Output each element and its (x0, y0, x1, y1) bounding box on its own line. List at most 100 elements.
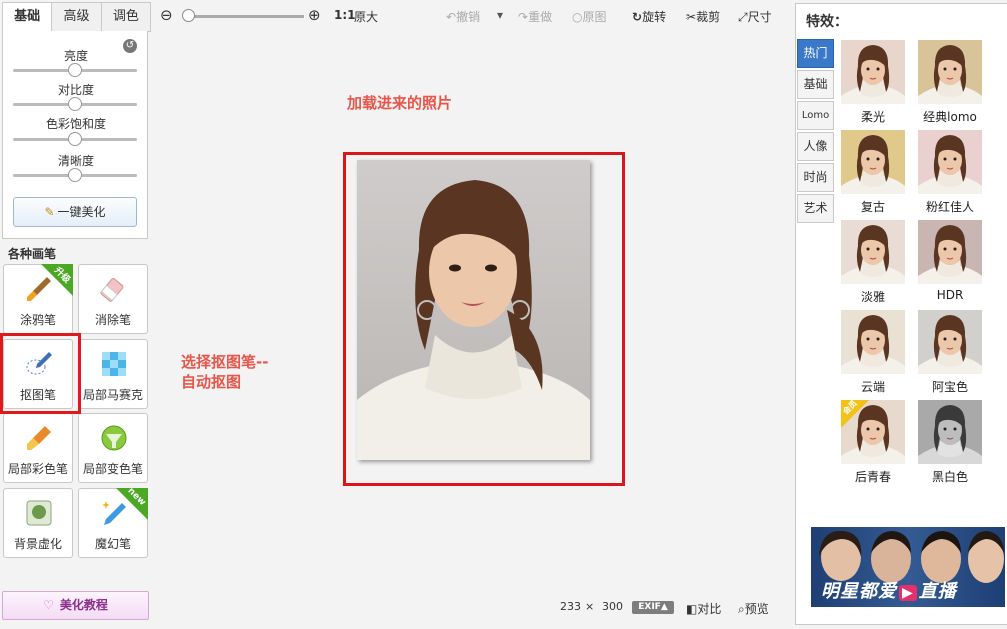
effects-tab-portrait[interactable]: 人像 (797, 132, 834, 161)
size-label: 尺寸 (747, 10, 772, 24)
toolbar: ⊖ ⊕ 1:1 原大 ↶撤销 ▾ ↷重做 ○原图 ↻旋转 ✂裁剪 ⤢尺寸 (152, 0, 792, 32)
undo-icon: ↶ (446, 10, 457, 24)
tool-local-color-change[interactable]: 局部变色笔 (78, 413, 148, 483)
effect-name: 柔光 (860, 110, 885, 124)
effect-item[interactable]: 阿宝色 (917, 310, 983, 395)
image-width: 233 (560, 600, 581, 613)
tool-local-color-pen[interactable]: 局部彩色笔 (3, 413, 73, 483)
tutorial-button[interactable]: ♡ 美化教程 (2, 591, 149, 620)
zoom-knob[interactable] (182, 9, 195, 22)
tool-label: 消除笔 (94, 313, 131, 327)
effect-thumbnail (918, 400, 982, 464)
effects-tab-lomo[interactable]: Lomo (797, 101, 834, 130)
original-size-button[interactable]: 原大 (354, 8, 378, 25)
tool-local-mosaic[interactable]: 局部马赛克 (78, 339, 148, 409)
tool-label: 局部彩色笔 (7, 462, 68, 476)
effect-item[interactable]: 粉红佳人 (917, 130, 983, 215)
magic-wand-icon: ✎ (44, 205, 55, 219)
photo-highlight-frame (343, 152, 625, 486)
effects-tab-art[interactable]: 艺术 (797, 194, 834, 223)
auto-beautify-label: 一键美化 (57, 205, 106, 219)
effect-name: 粉红佳人 (925, 200, 974, 214)
heart-icon: ♡ (43, 598, 54, 612)
effect-item[interactable]: 淡雅 (840, 220, 906, 305)
effects-tab-basic[interactable]: 基础 (797, 70, 834, 99)
effect-thumbnail (918, 40, 982, 104)
compare-button[interactable]: ◧对比 (686, 600, 721, 617)
blur-icon (23, 497, 55, 529)
zoom-out-icon[interactable]: ⊖ (160, 6, 173, 24)
times-sign: × (585, 600, 595, 613)
effect-thumbnail (918, 220, 982, 284)
effect-item[interactable]: 黑白色 (917, 400, 983, 485)
auto-beautify-button[interactable]: ✎ 一键美化 (13, 197, 137, 227)
tool-magic-pen[interactable]: 魔幻笔 new (78, 486, 148, 558)
sharpness-slider[interactable] (13, 168, 137, 182)
exif-button[interactable]: EXIF▲ (632, 601, 674, 614)
effect-item[interactable]: HDR (917, 220, 983, 302)
original-button[interactable]: ○原图 (572, 8, 607, 25)
size-button[interactable]: ⤢尺寸 (738, 8, 772, 25)
effect-item[interactable]: 柔光 (840, 40, 906, 125)
tool-background-blur[interactable]: 背景虚化 (3, 488, 73, 558)
zoom-slider[interactable] (184, 15, 304, 18)
effects-title: 特效： (806, 14, 848, 30)
tab-advanced[interactable]: 高级 (51, 2, 102, 32)
adjust-panel: ↺ 亮度 对比度 色彩饱和度 清晰度 ✎ 一键美化 (2, 31, 148, 239)
live-icon: ▶ (899, 585, 917, 601)
left-panel: 基础 高级 调色 ↺ 亮度 对比度 色彩饱和度 清晰度 ✎ 一键美化 各种画笔 涂… (0, 0, 152, 629)
effect-thumbnail (841, 130, 905, 194)
undo-dropdown-icon[interactable]: ▾ (497, 8, 503, 22)
saturation-label: 色彩饱和度 (45, 117, 106, 131)
sharpness-knob[interactable] (68, 168, 82, 182)
effect-thumbnail (918, 130, 982, 194)
saturation-slider[interactable] (13, 132, 137, 146)
image-height: 300 (602, 600, 623, 613)
effect-name: 黑白色 (931, 470, 968, 484)
tab-color[interactable]: 调色 (100, 2, 151, 32)
ratio-1-1[interactable]: 1:1 (334, 8, 356, 22)
preview-icon: ⌕ (738, 602, 745, 616)
tool-label: 魔幻笔 (94, 537, 131, 551)
effect-name: 经典lomo (923, 110, 977, 124)
effect-thumbnail (841, 40, 905, 104)
tool-eraser-pen[interactable]: 消除笔 (78, 264, 148, 334)
preview-button[interactable]: ⌕预览 (738, 600, 769, 617)
cutout-pen-highlight (0, 333, 81, 414)
preview-label: 预览 (744, 602, 769, 616)
redo-label: 重做 (528, 10, 553, 24)
effect-item[interactable]: 经典lomo (917, 40, 983, 125)
effect-name: 后青春 (854, 470, 891, 484)
effect-item[interactable]: 会员 后青春 (840, 400, 906, 485)
contrast-knob[interactable] (68, 97, 82, 111)
crop-button[interactable]: ✂裁剪 (686, 8, 720, 25)
sharpness-label: 清晰度 (57, 154, 94, 168)
brightness-knob[interactable] (68, 63, 82, 77)
effect-name: 阿宝色 (931, 380, 968, 394)
contrast-slider[interactable] (13, 97, 137, 111)
eraser-icon (98, 273, 130, 305)
tab-basic[interactable]: 基础 (2, 2, 53, 32)
scissors-icon: ✂ (686, 10, 697, 24)
tool-label: 局部马赛克 (82, 388, 143, 402)
effects-tab-fashion[interactable]: 时尚 (797, 163, 834, 192)
undo-button[interactable]: ↶撤销 (446, 8, 480, 25)
tool-label: 局部变色笔 (82, 462, 143, 476)
effects-panel: 特效： 热门 基础 Lomo 人像 时尚 艺术 柔光 经典lomo 复古 粉红佳人淡雅… (795, 3, 1007, 625)
effect-name: HDR (936, 288, 964, 302)
effects-tab-hot[interactable]: 热门 (797, 39, 834, 68)
effect-item[interactable]: 云端 (840, 310, 906, 395)
original-icon: ○ (572, 10, 583, 24)
tool-graffiti-pen[interactable]: 涂鸦笔 升级 (3, 264, 73, 334)
redo-icon: ↷ (518, 10, 529, 24)
redo-button[interactable]: ↷重做 (518, 8, 552, 25)
effect-name: 云端 (860, 380, 885, 394)
color-change-icon (98, 422, 130, 454)
cutout-note-line1: 选择抠图笔-- (181, 353, 269, 371)
ad-banner[interactable]: 明星都爱 ▶ 直播 (811, 527, 1005, 607)
zoom-in-icon[interactable]: ⊕ (308, 6, 321, 24)
rotate-button[interactable]: ↻旋转 (632, 8, 666, 25)
effect-item[interactable]: 复古 (840, 130, 906, 215)
saturation-knob[interactable] (68, 132, 82, 146)
brightness-slider[interactable] (13, 63, 137, 77)
